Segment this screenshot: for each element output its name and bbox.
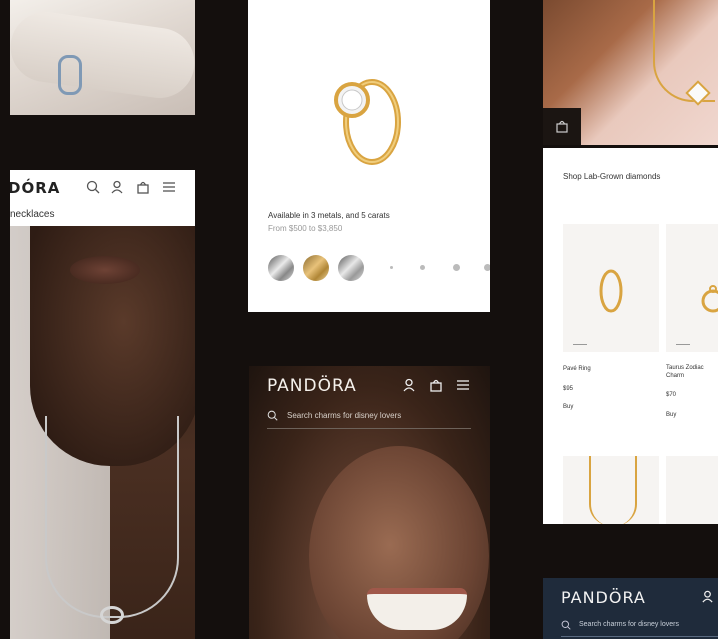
woman-necklace-photo [10,226,195,639]
bag-icon[interactable] [136,180,150,194]
search-icon[interactable] [86,180,100,194]
product-tile[interactable] [563,456,659,524]
arm-photo [10,0,195,115]
carat-dot-2[interactable] [420,265,425,270]
top-left-photo-card [10,0,195,115]
user-icon[interactable] [701,590,714,603]
smiling-woman-photo [249,366,490,639]
swatch-silver[interactable] [268,255,294,281]
section-title: Shop Lab-Grown diamonds [563,172,661,181]
top-right-photo-card [543,0,718,145]
search-bar[interactable]: Search charms for disney lovers [561,618,718,637]
zodiac-charm-image [700,284,718,319]
search-icon [561,620,571,630]
bag-button[interactable] [543,108,581,145]
bag-icon [555,119,569,133]
product-price: $70 [666,392,677,398]
product-price-range: From $500 to $3,850 [268,224,343,233]
product-tile[interactable] [666,224,718,352]
brand-logo[interactable]: DÓRA [10,179,60,197]
gold-necklace-image [589,456,637,524]
necklace-pendant [100,606,124,624]
product-tile[interactable] [666,456,718,524]
menu-icon[interactable] [162,180,176,194]
lips [70,256,140,284]
brand-logo[interactable]: PANDÖRA [267,376,357,396]
carat-dot-3[interactable] [453,264,460,271]
category-bar: necklaces [10,204,195,226]
gold-ring-image[interactable] [328,50,408,170]
pave-ring-image [597,266,625,321]
brand-logo[interactable]: PANDÖRA [561,588,646,607]
product-price: $95 [563,386,574,392]
silver-necklace [45,416,179,618]
search-placeholder: Search charms for disney lovers [579,621,679,628]
search-bar[interactable]: Search charms for disney lovers [267,408,471,429]
carat-dot-4[interactable] [484,264,490,271]
product-name[interactable]: Taurus Zodiac Charm [666,364,716,380]
bag-icon[interactable] [429,378,443,392]
dark-phone-screen: PANDÖRA Search charms for disney lovers [249,366,490,639]
user-icon[interactable] [110,180,124,194]
carat-dot-1[interactable] [390,266,393,269]
swatch-rose[interactable] [338,255,364,281]
product-card: Available in 3 metals, and 5 carats From… [248,0,490,312]
user-icon[interactable] [402,378,416,392]
buy-link[interactable]: Buy [563,404,573,410]
menu-icon[interactable] [456,378,470,392]
smile-teeth [367,588,467,630]
gold-chain [653,0,715,102]
product-description: Available in 3 metals, and 5 carats [268,211,390,220]
category-link[interactable]: necklaces [10,209,54,220]
left-phone-screen: DÓRA necklaces [10,170,195,639]
swatch-gold[interactable] [303,255,329,281]
buy-link[interactable]: Buy [666,412,676,418]
product-name[interactable]: Pavé Ring [563,366,591,372]
left-phone-header: DÓRA [10,170,195,205]
bracelet-icon [58,55,82,95]
search-placeholder: Search charms for disney lovers [287,411,402,420]
product-tile[interactable] [563,224,659,352]
right-phone-screen: Shop Lab-Grown diamonds Pavé Ring $95 Bu… [543,148,718,524]
search-icon [267,410,278,421]
bottom-phone-header: PANDÖRA Search charms for disney lovers [543,578,718,639]
